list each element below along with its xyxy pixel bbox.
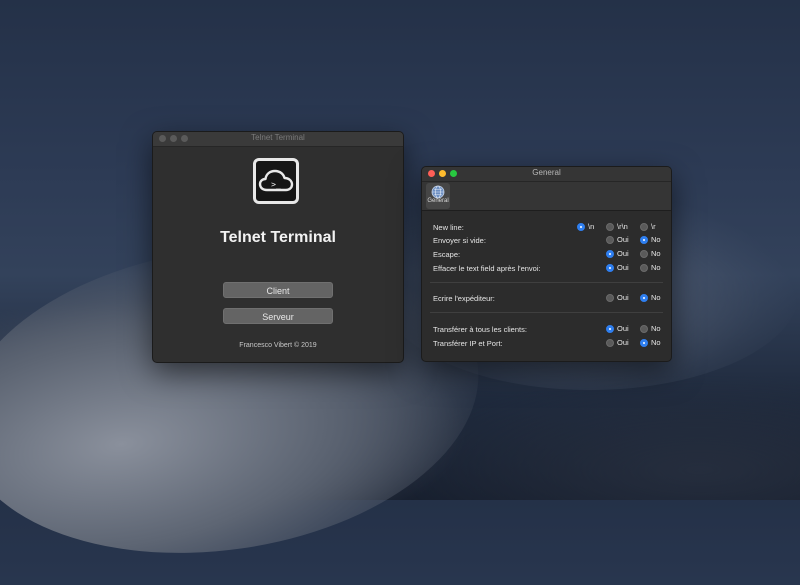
radio-ip-port-no[interactable]: No (640, 338, 661, 347)
main-window: Telnet Terminal >_ Telnet Terminal Clien… (152, 131, 404, 363)
radio-label: Oui (617, 293, 629, 302)
radio-label: Oui (617, 263, 629, 272)
prefs-toolbar: General (422, 182, 671, 211)
setting-label: Envoyer si vide: (433, 236, 486, 245)
setting-label: Escape: (433, 250, 461, 259)
radio-ip-port-oui[interactable]: Oui (606, 338, 629, 347)
radio-label: \n (588, 222, 595, 231)
setting-label: Ecrire l'expéditeur: (433, 294, 495, 303)
radio-label: \r\n (617, 222, 628, 231)
radio-newline-r[interactable]: \r (640, 222, 656, 231)
server-button[interactable]: Serveur (223, 308, 333, 324)
prefs-window-title: General (532, 168, 561, 177)
radio-selected[interactable] (640, 338, 648, 347)
main-titlebar[interactable]: Telnet Terminal (153, 132, 403, 147)
radio-unselected[interactable] (606, 293, 614, 302)
radio-selected[interactable] (640, 293, 648, 302)
setting-label: Transférer à tous les clients: (433, 325, 527, 334)
preferences-window: General General New line: \n \r\n \r Env… (421, 166, 672, 362)
setting-row-clear-field: Effacer le text field après l'envoi: Oui… (422, 263, 671, 275)
radio-unselected[interactable] (606, 235, 614, 244)
setting-label: Transférer IP et Port: (433, 339, 503, 348)
radio-unselected[interactable] (640, 222, 648, 231)
radio-clear-no[interactable]: No (640, 263, 661, 272)
radio-escape-oui[interactable]: Oui (606, 249, 629, 258)
radio-unselected[interactable] (640, 263, 648, 272)
radio-selected[interactable] (606, 324, 614, 333)
prefs-titlebar[interactable]: General (422, 167, 671, 182)
radio-sender-no[interactable]: No (640, 293, 661, 302)
radio-selected[interactable] (606, 249, 614, 258)
radio-escape-no[interactable]: No (640, 249, 661, 258)
radio-label: No (651, 338, 661, 347)
radio-label: \r (651, 222, 656, 231)
radio-label: No (651, 249, 661, 258)
radio-send-empty-oui[interactable]: Oui (606, 235, 629, 244)
setting-label: Effacer le text field après l'envoi: (433, 264, 541, 273)
radio-send-empty-no[interactable]: No (640, 235, 661, 244)
radio-label: Oui (617, 235, 629, 244)
radio-unselected[interactable] (640, 324, 648, 333)
client-button[interactable]: Client (223, 282, 333, 298)
main-window-title: Telnet Terminal (251, 133, 305, 142)
copyright-text: Francesco Vibert © 2019 (239, 342, 317, 349)
radio-label: Oui (617, 249, 629, 258)
radio-unselected[interactable] (606, 222, 614, 231)
radio-newline-rn[interactable]: \r\n (606, 222, 628, 231)
radio-selected[interactable] (577, 222, 585, 231)
radio-label: Oui (617, 324, 629, 333)
setting-label: New line: (433, 223, 464, 232)
radio-label: No (651, 293, 661, 302)
radio-label: Oui (617, 338, 629, 347)
tab-general-label: General (427, 198, 449, 204)
radio-sender-oui[interactable]: Oui (606, 293, 629, 302)
radio-selected[interactable] (606, 263, 614, 272)
setting-row-write-sender: Ecrire l'expéditeur: Oui No (422, 293, 671, 305)
setting-row-forward-all: Transférer à tous les clients: Oui No (422, 324, 671, 336)
setting-row-send-empty: Envoyer si vide: Oui No (422, 235, 671, 247)
radio-label: No (651, 235, 661, 244)
separator (430, 282, 663, 283)
radio-newline-n[interactable]: \n (577, 222, 594, 231)
radio-unselected[interactable] (606, 338, 614, 347)
setting-row-forward-ip-port: Transférer IP et Port: Oui No (422, 338, 671, 350)
cloud-terminal-icon: >_ (253, 158, 299, 204)
setting-row-new-line: New line: \n \r\n \r (422, 222, 671, 234)
radio-selected[interactable] (640, 235, 648, 244)
app-name-heading: Telnet Terminal (220, 229, 336, 246)
radio-label: No (651, 324, 661, 333)
icon-glyph: >_ (271, 180, 281, 189)
radio-clear-oui[interactable]: Oui (606, 263, 629, 272)
separator (430, 312, 663, 313)
tab-general[interactable]: General (426, 183, 450, 209)
radio-forward-all-no[interactable]: No (640, 324, 661, 333)
radio-label: No (651, 263, 661, 272)
radio-forward-all-oui[interactable]: Oui (606, 324, 629, 333)
globe-icon (431, 185, 445, 199)
radio-unselected[interactable] (640, 249, 648, 258)
setting-row-escape: Escape: Oui No (422, 249, 671, 261)
